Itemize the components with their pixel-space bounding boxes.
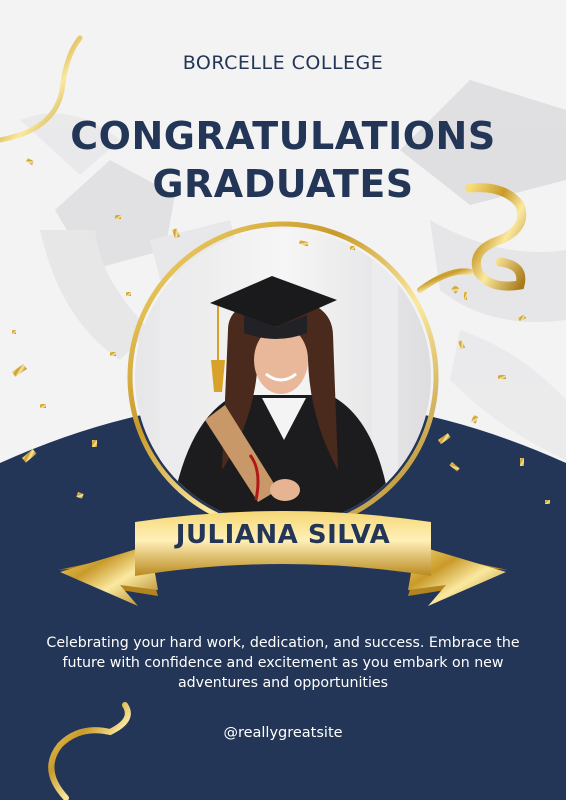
headline-graduates: GRADUATES <box>152 162 414 206</box>
graduation-poster: BORCELLE COLLEGE CONGRATULATIONS GRADUAT… <box>0 0 566 800</box>
graduate-name: JULIANA SILVA <box>175 520 391 550</box>
website-handle[interactable]: @reallygreatsite <box>0 725 566 741</box>
headline-congratulations: CONGRATULATIONS <box>70 114 496 158</box>
college-name: BORCELLE COLLEGE <box>182 52 384 74</box>
congratulations-message: Celebrating your hard work, dedication, … <box>46 635 520 691</box>
